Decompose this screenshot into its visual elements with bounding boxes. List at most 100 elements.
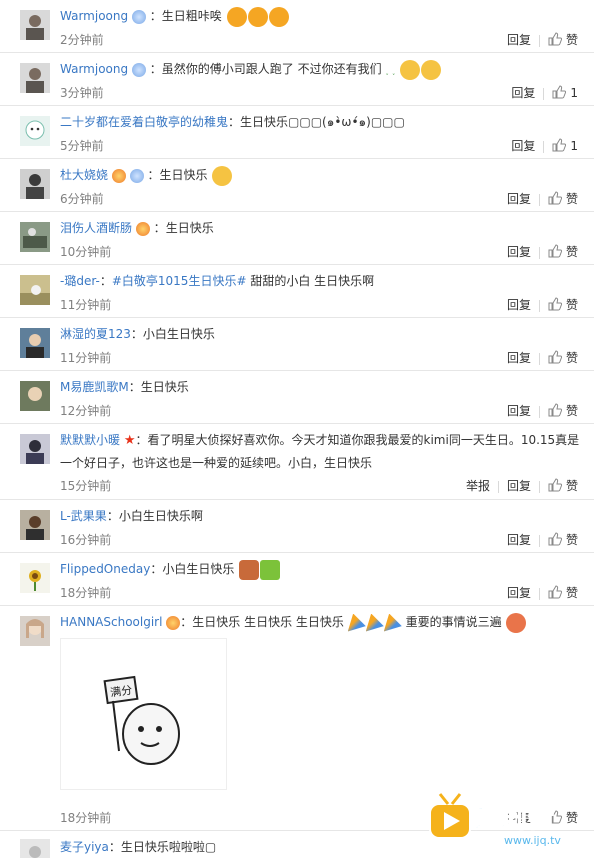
- comment-item: M易鹿凯歌M：生日快乐 12分钟前 回复 赞: [0, 371, 594, 424]
- divider: [538, 34, 540, 47]
- thumbs-up-icon: [548, 478, 562, 492]
- shouting-emoji-icon: [506, 612, 527, 633]
- vip-badge-icon: [131, 62, 146, 77]
- avatar[interactable]: [20, 169, 50, 199]
- like-button[interactable]: 赞: [548, 296, 578, 313]
- avatar[interactable]: [20, 222, 50, 252]
- like-button[interactable]: 赞: [548, 584, 578, 601]
- avatar[interactable]: [20, 381, 50, 411]
- avatar[interactable]: [20, 275, 50, 305]
- comment-text: 生日快乐 生日快乐 生日快乐: [192, 615, 344, 629]
- like-count: 赞: [565, 533, 578, 547]
- avatar[interactable]: [20, 328, 50, 358]
- like-count: 赞: [565, 586, 578, 600]
- reply-button[interactable]: 回复: [507, 31, 531, 48]
- colon: ：: [128, 380, 141, 394]
- hashtag-link[interactable]: #白敬亭1015生日快乐#: [112, 274, 247, 288]
- thumbs-up-icon: [548, 350, 562, 364]
- comment-time: 5分钟前: [60, 139, 104, 153]
- comment-image[interactable]: 满分: [60, 638, 227, 790]
- reply-button[interactable]: 回复: [511, 84, 535, 101]
- commenter-name[interactable]: FlippedOneday: [60, 562, 150, 576]
- avatar[interactable]: [20, 616, 50, 646]
- colon: ：: [99, 274, 112, 288]
- comment-text: 生日快乐▢▢▢(๑•̀ω•́๑)▢▢▢: [240, 115, 405, 129]
- reply-button[interactable]: 回复: [507, 477, 531, 494]
- like-button[interactable]: 赞: [548, 349, 578, 366]
- reply-button[interactable]: 回复: [507, 402, 531, 419]
- reply-button[interactable]: 回复: [507, 190, 531, 207]
- like-button[interactable]: 1: [552, 85, 578, 100]
- like-button[interactable]: 赞: [548, 402, 578, 419]
- thumbs-up-icon: [548, 297, 562, 311]
- colon: ：: [108, 840, 121, 854]
- commenter-name[interactable]: M易鹿凯歌M: [60, 380, 129, 394]
- commenter-name[interactable]: HANNASchoolgirl: [60, 615, 162, 629]
- commenter-name[interactable]: 默默默小暖: [60, 433, 120, 447]
- colon: ：: [135, 433, 148, 447]
- commenter-name[interactable]: 淋湿的夏123: [60, 327, 131, 341]
- reply-button[interactable]: 回复: [507, 531, 531, 548]
- avatar[interactable]: [20, 839, 50, 858]
- like-button[interactable]: 赞: [548, 531, 578, 548]
- thumbs-up-icon: [548, 532, 562, 546]
- like-button[interactable]: 赞: [548, 477, 578, 494]
- reply-button[interactable]: 回复: [507, 584, 531, 601]
- commenter-name[interactable]: -璐der-: [60, 274, 100, 288]
- colon: ：: [150, 562, 163, 576]
- comment-text: 生日快乐: [165, 221, 214, 235]
- divider: [538, 480, 540, 493]
- commenter-name[interactable]: Warmjoong: [60, 62, 128, 76]
- thumbs-up-icon: [548, 191, 562, 205]
- colon: ：: [130, 327, 143, 341]
- report-button[interactable]: 举报: [466, 477, 490, 494]
- like-count: 赞: [565, 479, 578, 493]
- reply-button[interactable]: 回复: [507, 349, 531, 366]
- like-count: 赞: [565, 192, 578, 206]
- avatar[interactable]: [20, 510, 50, 540]
- commenter-name[interactable]: 泪伤人酒断肠: [60, 221, 132, 235]
- commenter-name[interactable]: 二十岁都在爱着白敬亭的幼稚鬼: [60, 115, 228, 129]
- comment-time: 11分钟前: [60, 351, 112, 365]
- avatar[interactable]: [20, 63, 50, 93]
- party-popper-icon: [365, 613, 384, 632]
- avatar[interactable]: [20, 434, 50, 464]
- reply-button[interactable]: 回复: [507, 296, 531, 313]
- like-button[interactable]: 赞: [548, 243, 578, 260]
- comment-time: 18分钟前: [60, 586, 112, 600]
- divider: [538, 246, 540, 259]
- comment-text: 甜甜的小白 生日快乐啊: [250, 274, 375, 288]
- site-watermark: 爱剧情 www.ijq.tv: [428, 790, 588, 852]
- commenter-name[interactable]: 麦子yiya: [60, 840, 109, 854]
- vip-badge-icon: [131, 9, 146, 24]
- commenter-name[interactable]: Warmjoong: [60, 9, 128, 23]
- like-button[interactable]: 1: [552, 138, 578, 153]
- commenter-name[interactable]: 杜大娆娆: [60, 168, 108, 182]
- divider: [538, 587, 540, 600]
- full-marks-sticker-image: 满分: [61, 639, 226, 789]
- colon: ：: [180, 615, 193, 629]
- divider: [538, 299, 540, 312]
- like-button[interactable]: 赞: [548, 31, 578, 48]
- cake-emoji-icon: [239, 559, 260, 580]
- reply-button[interactable]: 回复: [511, 137, 535, 154]
- divider: [543, 140, 545, 153]
- heart-eyes-emoji-icon: [247, 6, 268, 27]
- comment-time: 2分钟前: [60, 33, 104, 47]
- commenter-name[interactable]: L-武果果: [60, 509, 107, 523]
- thumbs-up-icon: [548, 403, 562, 417]
- thumbs-up-icon: [548, 244, 562, 258]
- reply-button[interactable]: 回复: [507, 243, 531, 260]
- comment-text: 生日粗咔唉: [161, 9, 222, 23]
- like-button[interactable]: 赞: [548, 190, 578, 207]
- comment-text: 小白生日快乐: [142, 327, 215, 341]
- avatar[interactable]: [20, 563, 50, 593]
- comment-text: 生日快乐: [159, 168, 208, 182]
- comment-time: 11分钟前: [60, 298, 112, 312]
- avatar[interactable]: [20, 10, 50, 40]
- like-count: 1: [570, 86, 578, 100]
- divider: [538, 193, 540, 206]
- comment-time: 16分钟前: [60, 533, 112, 547]
- like-count: 赞: [565, 298, 578, 312]
- avatar[interactable]: [20, 116, 50, 146]
